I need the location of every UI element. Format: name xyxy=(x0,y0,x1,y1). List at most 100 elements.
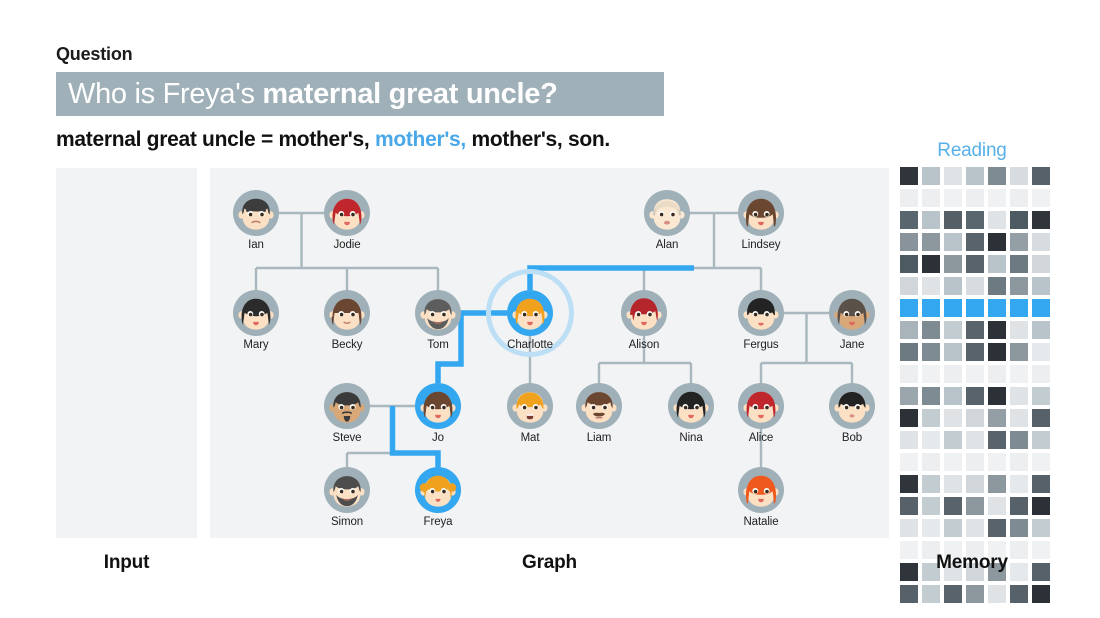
memory-cell xyxy=(1010,321,1028,339)
memory-cell xyxy=(988,277,1006,295)
memory-cell xyxy=(1010,233,1028,251)
memory-cell xyxy=(988,409,1006,427)
expansion-prefix: maternal great uncle = mother's, xyxy=(56,128,375,151)
memory-cell xyxy=(966,519,984,537)
memory-cell xyxy=(1010,343,1028,361)
avatar-icon xyxy=(419,294,457,332)
memory-cell xyxy=(900,321,918,339)
memory-cell xyxy=(988,343,1006,361)
memory-cell xyxy=(944,277,962,295)
avatar-icon xyxy=(328,294,366,332)
memory-cell xyxy=(1010,475,1028,493)
memory-cell xyxy=(922,189,940,207)
memory-cell xyxy=(944,321,962,339)
memory-cell xyxy=(988,299,1006,317)
memory-cell xyxy=(922,343,940,361)
memory-cell xyxy=(966,497,984,515)
avatar-icon xyxy=(742,294,780,332)
avatar-icon xyxy=(672,387,710,425)
caption-graph: Graph xyxy=(522,552,577,573)
memory-cell xyxy=(1010,189,1028,207)
memory-cell xyxy=(988,497,1006,515)
avatar-icon xyxy=(580,387,618,425)
avatar-icon xyxy=(625,294,663,332)
memory-cell xyxy=(1010,519,1028,537)
memory-cell xyxy=(1032,475,1050,493)
avatar-icon xyxy=(833,294,871,332)
person-name: Freya xyxy=(423,516,453,528)
memory-cell xyxy=(900,365,918,383)
memory-cell xyxy=(1032,343,1050,361)
avatar-icon xyxy=(742,387,780,425)
memory-cell xyxy=(922,321,940,339)
memory-cell xyxy=(1032,453,1050,471)
memory-cell xyxy=(988,233,1006,251)
memory-cell xyxy=(966,365,984,383)
avatar-icon xyxy=(742,194,780,232)
memory-cell xyxy=(1010,255,1028,273)
graph-edge xyxy=(345,451,393,467)
memory-cell xyxy=(966,387,984,405)
memory-cell xyxy=(922,277,940,295)
memory-cell xyxy=(944,409,962,427)
memory-cell xyxy=(900,343,918,361)
memory-cell xyxy=(988,255,1006,273)
memory-cell xyxy=(966,585,984,603)
memory-cell xyxy=(900,409,918,427)
memory-cell xyxy=(988,475,1006,493)
memory-cell xyxy=(1010,211,1028,229)
memory-cell xyxy=(922,519,940,537)
question-expansion: maternal great uncle = mother's, mother'… xyxy=(56,128,610,152)
avatar-icon xyxy=(328,194,366,232)
memory-cell xyxy=(988,453,1006,471)
memory-cell xyxy=(1010,585,1028,603)
memory-cell xyxy=(922,453,940,471)
caption-memory: Memory xyxy=(936,552,1008,573)
memory-cell xyxy=(900,519,918,537)
expansion-suffix: mother's, son. xyxy=(465,128,610,151)
avatar-icon xyxy=(328,471,366,509)
person-name: Charlotte xyxy=(507,339,553,351)
memory-cell xyxy=(944,387,962,405)
question-bold: maternal great uncle? xyxy=(262,77,558,110)
graph-edges xyxy=(254,211,854,467)
slide-canvas: Question Who is Freya's maternal great u… xyxy=(0,0,1100,618)
memory-cell xyxy=(1010,387,1028,405)
question-prefix: Who is Freya's xyxy=(68,77,263,110)
avatar-icon xyxy=(742,471,780,509)
memory-cell xyxy=(966,299,984,317)
memory-cell xyxy=(988,189,1006,207)
memory-cell xyxy=(922,211,940,229)
memory-cell xyxy=(922,365,940,383)
memory-cell xyxy=(922,167,940,185)
memory-cell xyxy=(966,211,984,229)
avatar-icon xyxy=(237,194,275,232)
memory-cell xyxy=(1032,255,1050,273)
avatar-icon xyxy=(419,471,457,509)
memory-cell xyxy=(1032,365,1050,383)
memory-cell xyxy=(922,255,940,273)
question-label: Question xyxy=(56,44,133,64)
memory-cell xyxy=(922,233,940,251)
memory-cell xyxy=(900,277,918,295)
memory-cell xyxy=(900,255,918,273)
memory-cell xyxy=(900,431,918,449)
memory-cell xyxy=(1032,277,1050,295)
person-name: Lindsey xyxy=(741,239,781,251)
avatar-icon xyxy=(419,387,457,425)
memory-cell xyxy=(900,585,918,603)
memory-cell xyxy=(922,409,940,427)
memory-cell xyxy=(1032,409,1050,427)
avatar-icon xyxy=(328,387,366,425)
memory-cell xyxy=(1010,365,1028,383)
memory-cell xyxy=(1010,167,1028,185)
memory-cell xyxy=(900,299,918,317)
memory-cell xyxy=(1032,321,1050,339)
memory-cell xyxy=(944,519,962,537)
memory-cell xyxy=(1032,497,1050,515)
memory-grid xyxy=(900,167,1050,603)
memory-cell xyxy=(944,233,962,251)
memory-cell xyxy=(966,233,984,251)
avatar-icon xyxy=(511,294,549,332)
memory-cell xyxy=(1010,453,1028,471)
